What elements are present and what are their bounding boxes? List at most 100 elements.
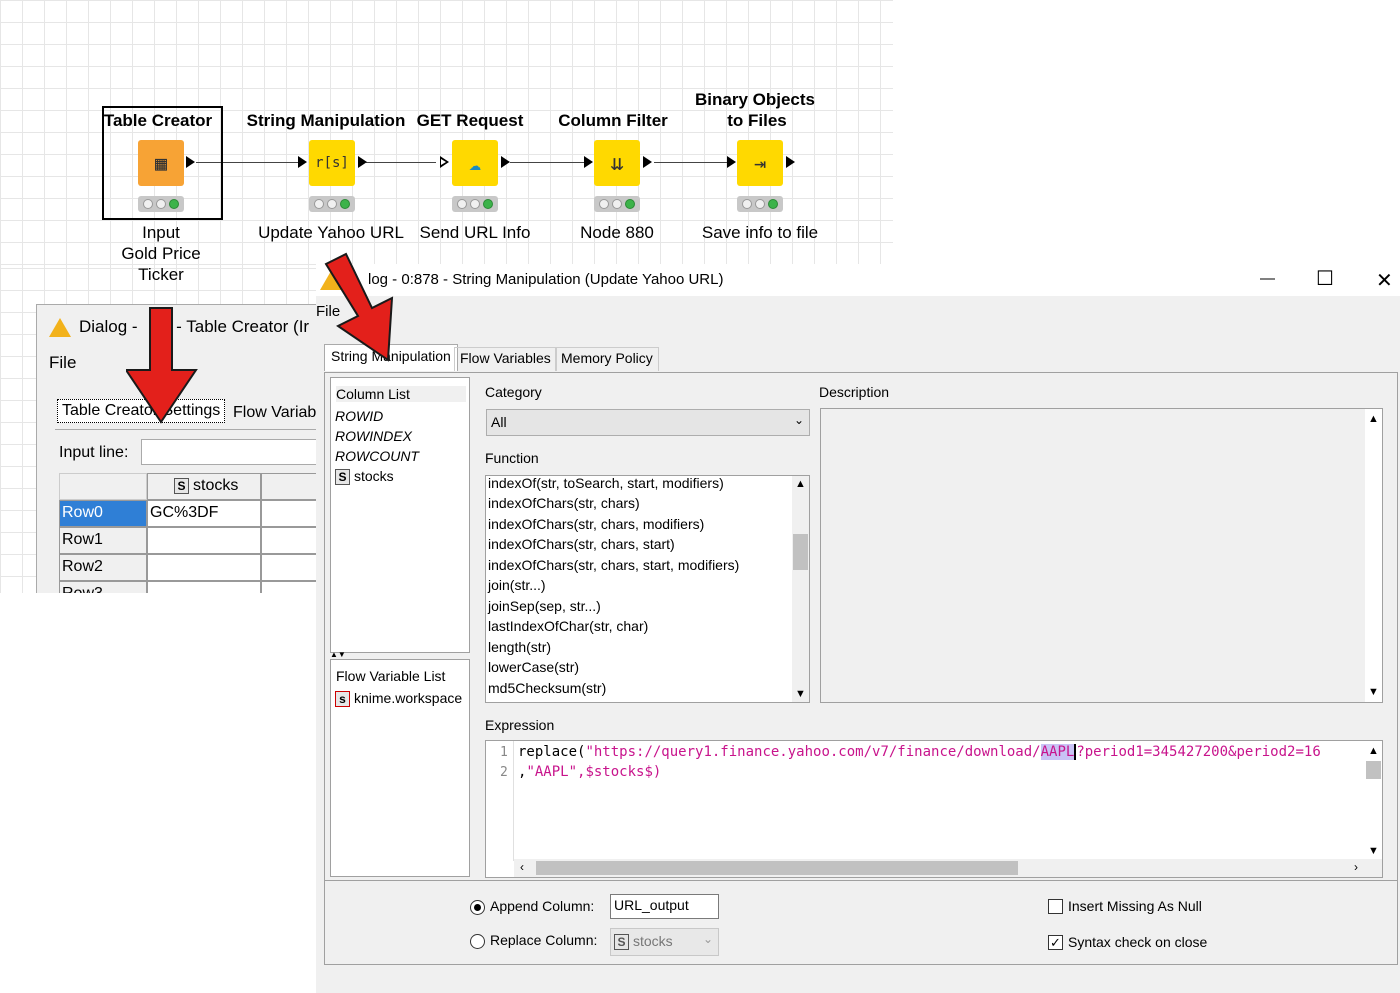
function-item[interactable]: indexOfChars(str, chars, start, modifier… — [488, 555, 739, 575]
replace-column-select[interactable]: Sstocks ⌄ — [610, 928, 719, 956]
row-header[interactable]: Row2 — [59, 554, 147, 581]
flow-variable-string-icon: s — [335, 691, 350, 707]
function-label: Function — [485, 450, 539, 466]
insert-missing-as-null-checkbox[interactable] — [1048, 899, 1063, 914]
scroll-up-icon[interactable]: ▲ — [1368, 745, 1379, 757]
flow-variable-list-panel: Flow Variable List s knime.workspace — [330, 659, 470, 877]
column-list-panel: Column List ROWID ROWINDEX ROWCOUNT Ssto… — [330, 377, 470, 653]
output-port[interactable] — [786, 156, 795, 168]
insert-missing-as-null-label[interactable]: Insert Missing As Null — [1068, 898, 1202, 914]
column-item-rowcount[interactable]: ROWCOUNT — [335, 448, 419, 464]
function-item[interactable]: indexOfChars(str, chars, modifiers) — [488, 514, 704, 534]
scroll-up-icon[interactable]: ▲ — [1368, 413, 1379, 425]
input-port[interactable] — [584, 156, 593, 168]
function-item[interactable]: join(str...) — [488, 575, 546, 595]
flow-variable-item[interactable]: s knime.workspace — [335, 690, 462, 707]
maximize-button[interactable]: ☐ — [1316, 266, 1334, 291]
syntax-check-label[interactable]: Syntax check on close — [1068, 934, 1207, 950]
function-item[interactable]: md5Checksum(str) — [488, 678, 606, 698]
get-request-icon[interactable]: ☁ — [452, 140, 498, 186]
append-column-input[interactable]: URL_output — [610, 894, 719, 919]
node-label-table-creator-3[interactable]: Ticker — [138, 264, 184, 285]
scroll-left-icon[interactable]: ‹ — [520, 860, 524, 874]
function-item[interactable]: indexOfChars(str, chars, start) — [488, 534, 675, 554]
scroll-down-icon[interactable]: ▼ — [1368, 845, 1379, 857]
syntax-check-checkbox[interactable]: ✓ — [1048, 935, 1063, 950]
binary-objects-icon[interactable]: ⇥ — [737, 140, 783, 186]
column-item-rowid[interactable]: ROWID — [335, 408, 383, 424]
function-item[interactable]: length(str) — [488, 637, 551, 657]
append-column-radio[interactable] — [470, 900, 485, 915]
description-label: Description — [819, 384, 890, 400]
input-port[interactable] — [298, 156, 307, 168]
input-port[interactable] — [727, 156, 736, 168]
input-line-label: Input line: — [59, 444, 129, 461]
tab-flow-variables[interactable]: Flow Variables — [454, 347, 557, 371]
table-icon[interactable]: ▦ — [138, 140, 184, 186]
function-scrollbar[interactable]: ▲ ▼ — [792, 476, 809, 702]
node-label-node-880[interactable]: Node 880 — [580, 222, 654, 243]
table-cell[interactable] — [147, 554, 261, 581]
function-item[interactable]: lowerCase(str) — [488, 657, 579, 677]
menu-file[interactable]: File — [49, 353, 76, 373]
column-header-stocks[interactable]: Sstocks — [147, 473, 261, 500]
column-filter-icon[interactable]: ⇊ — [594, 140, 640, 186]
expression-editor[interactable]: 1 2 replace("https://query1.finance.yaho… — [485, 740, 1383, 878]
row-header[interactable]: Row1 — [59, 527, 147, 554]
node-label-save-info-to-file[interactable]: Save info to file — [702, 222, 818, 243]
input-line-field[interactable] — [141, 439, 325, 465]
node-label-table-creator-2[interactable]: Gold Price — [121, 243, 200, 264]
replace-column-label[interactable]: Replace Column: — [490, 932, 597, 948]
node-status-traffic-light — [452, 196, 498, 212]
output-port[interactable] — [643, 156, 652, 168]
scroll-thumb[interactable] — [1366, 761, 1381, 779]
table-cell[interactable]: GC%3DF — [147, 500, 261, 527]
column-item-rowindex[interactable]: ROWINDEX — [335, 428, 412, 444]
annotation-arrow-string-manipulation — [324, 252, 394, 362]
input-port-hollow — [441, 159, 446, 165]
column-list-header: Column List — [336, 386, 466, 402]
function-list[interactable]: indexOf(str, toSearch, start, modifiers)… — [485, 475, 810, 703]
description-scrollbar[interactable]: ▲ ▼ — [1365, 409, 1382, 702]
node-title-table-creator: Table Creator — [103, 111, 213, 130]
scroll-down-icon[interactable]: ▼ — [1368, 686, 1379, 698]
category-select[interactable]: All ⌄ — [486, 409, 810, 436]
scroll-down-icon[interactable]: ▼ — [795, 688, 806, 700]
tab-memory-policy[interactable]: Memory Policy — [555, 347, 659, 371]
node-label-table-creator-1[interactable]: Input — [142, 222, 180, 243]
blank-area — [0, 593, 316, 993]
column-item-stocks[interactable]: Sstocks — [335, 468, 394, 485]
function-item[interactable]: lastIndexOfChar(str, char) — [488, 616, 648, 636]
append-column-label[interactable]: Append Column: — [490, 898, 594, 914]
minimize-button[interactable]: — — [1260, 270, 1275, 287]
close-button[interactable]: ✕ — [1376, 268, 1393, 293]
output-port[interactable] — [358, 156, 367, 168]
node-label-send-url-info[interactable]: Send URL Info — [420, 222, 531, 243]
splitter-arrows[interactable]: ▲▼ — [330, 650, 346, 659]
node-title-get-request: GET Request — [416, 111, 524, 130]
function-item[interactable]: indexOfChars(str, chars) — [488, 493, 640, 513]
connection-4 — [654, 162, 728, 163]
expression-line-1: replace("https://query1.finance.yahoo.co… — [518, 744, 1321, 760]
scroll-up-icon[interactable]: ▲ — [795, 478, 806, 490]
warning-icon — [49, 317, 71, 337]
dialog-titlebar[interactable]: log - 0:878 - String Manipulation (Updat… — [316, 264, 1400, 296]
string-type-icon: S — [614, 934, 629, 950]
output-port[interactable] — [186, 156, 195, 168]
output-port[interactable] — [501, 156, 510, 168]
expression-hscrollbar[interactable]: ‹ › — [514, 859, 1382, 877]
tab-flow-variables[interactable]: Flow Variabl — [229, 402, 324, 424]
function-item[interactable]: joinSep(sep, str...) — [488, 596, 601, 616]
replace-column-radio[interactable] — [470, 934, 485, 949]
row-header[interactable]: Row0 — [59, 500, 147, 527]
node-label-update-yahoo-url[interactable]: Update Yahoo URL — [258, 222, 404, 243]
function-item[interactable]: indexOf(str, toSearch, start, modifiers) — [488, 476, 724, 493]
node-title-string-manipulation: String Manipulation — [246, 111, 406, 130]
string-type-icon: S — [335, 469, 350, 485]
table-cell[interactable] — [147, 527, 261, 554]
string-manipulation-icon[interactable]: r[s] — [309, 140, 355, 186]
scroll-thumb[interactable] — [536, 861, 1018, 875]
scroll-right-icon[interactable]: › — [1354, 860, 1358, 874]
scroll-thumb[interactable] — [793, 534, 808, 570]
expression-vscrollbar[interactable]: ▲ ▼ — [1365, 741, 1382, 859]
